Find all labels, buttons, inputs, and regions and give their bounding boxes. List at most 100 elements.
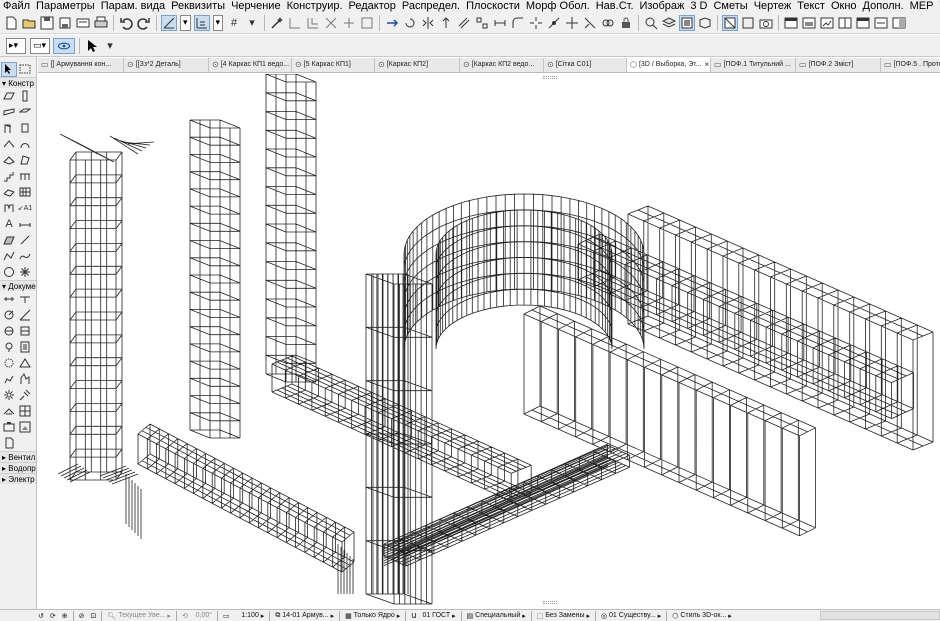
- grid-icon[interactable]: #: [226, 15, 242, 31]
- menu-item[interactable]: Плоскости: [463, 0, 523, 12]
- angle-dimension-icon[interactable]: [17, 308, 33, 323]
- menu-item[interactable]: Нав.Ст.: [593, 0, 637, 12]
- menu-item[interactable]: Teamwork: [936, 0, 940, 12]
- tab-title-sheet[interactable]: ▭ [ПОФ.1 Титульний ...: [711, 58, 796, 72]
- dimension-tool-icon[interactable]: [17, 217, 33, 232]
- drawing-tool-icon[interactable]: [1, 404, 17, 419]
- tab-frame-kp2[interactable]: ⊙ [Каркас КП2]: [375, 58, 460, 72]
- window-tool-icon[interactable]: [17, 121, 33, 136]
- menu-item[interactable]: Черчение: [228, 0, 284, 12]
- zone-tool-icon[interactable]: [1, 372, 17, 387]
- marker-tool-icon[interactable]: [17, 388, 33, 403]
- zoom-fit-icon[interactable]: ⟳: [47, 612, 59, 620]
- curtain-wall-tool-icon[interactable]: [17, 185, 33, 200]
- view-mode-dropdown[interactable]: ▸▾: [6, 37, 26, 54]
- railing-tool-icon[interactable]: [17, 169, 33, 184]
- explode-icon[interactable]: [528, 15, 544, 31]
- move-icon[interactable]: [564, 15, 580, 31]
- toolbox-group-electrical[interactable]: ▸ Электр: [0, 473, 36, 484]
- dimension-linear-icon[interactable]: [1, 292, 17, 307]
- intersect-tool-icon[interactable]: [323, 15, 339, 31]
- window-6-icon[interactable]: [873, 15, 889, 31]
- line-tool-icon[interactable]: [17, 233, 33, 248]
- tab-frame-kp2-schedule[interactable]: ⊙ [Каркас КП2 ведо...: [460, 58, 544, 72]
- window-2-icon[interactable]: [801, 15, 817, 31]
- menu-item[interactable]: MEP: [907, 0, 937, 12]
- interior-elevation-icon[interactable]: [1, 340, 17, 355]
- grid-snap-icon[interactable]: [193, 14, 210, 31]
- menu-item[interactable]: Парам. вида: [98, 0, 168, 12]
- spline-tool-icon[interactable]: [17, 249, 33, 264]
- roof-tool-icon[interactable]: [1, 137, 17, 152]
- text-tool-icon[interactable]: A: [1, 217, 17, 232]
- new-file-icon[interactable]: [3, 15, 19, 31]
- wireframe-icon[interactable]: [722, 14, 739, 31]
- shell-tool-icon[interactable]: [17, 137, 33, 152]
- menu-item[interactable]: Чертеж: [751, 0, 795, 12]
- orbit-icon[interactable]: [53, 37, 75, 54]
- layer-combination-field[interactable]: ⧉ 14-01 Армув... ▸: [272, 612, 337, 620]
- model-display-field[interactable]: ▦ Только Ядро ▸: [342, 612, 403, 620]
- offset-icon[interactable]: [456, 15, 472, 31]
- 3d-style-field[interactable]: ⬡ Стиль 3D-ок... ▸: [669, 612, 734, 620]
- document-tool-icon[interactable]: [1, 436, 17, 451]
- corner-tool-icon[interactable]: [287, 15, 303, 31]
- rotate-icon[interactable]: [402, 15, 418, 31]
- figure-tool-icon[interactable]: [17, 372, 33, 387]
- menu-item[interactable]: 3 D: [687, 0, 710, 12]
- pen-set-field[interactable]: ▤ Специальный ▸: [464, 612, 529, 620]
- adjust-tool-icon[interactable]: [305, 15, 321, 31]
- mirror-icon[interactable]: [420, 15, 436, 31]
- menu-item[interactable]: Окно: [828, 0, 860, 12]
- redo-icon[interactable]: [136, 15, 152, 31]
- add-points-icon[interactable]: [546, 15, 562, 31]
- beam-tool-icon[interactable]: [1, 105, 17, 120]
- grid-dropdown[interactable]: ▾: [212, 14, 224, 31]
- skylight-tool-icon[interactable]: [1, 153, 17, 168]
- arrow-select-dropdown[interactable]: ▾: [102, 38, 118, 54]
- split-tool-icon[interactable]: [341, 15, 357, 31]
- marquee-tool-icon[interactable]: [17, 62, 33, 77]
- menu-item[interactable]: Дополн.: [860, 0, 907, 12]
- menu-item[interactable]: Текст: [794, 0, 828, 12]
- 3d-view-icon[interactable]: [697, 15, 713, 31]
- mesh-tool-icon[interactable]: [1, 185, 17, 200]
- radial-dimension-icon[interactable]: [1, 308, 17, 323]
- window-5-icon[interactable]: [855, 15, 871, 31]
- dimension-standard-field[interactable]: Ա 01 ГОСТ ▸: [408, 612, 458, 620]
- tab-3d-selection[interactable]: ⬡ [3D / Выборка, Эт... ×: [627, 58, 711, 72]
- toolbox-group-ventilation[interactable]: ▸ Вентил: [0, 451, 36, 462]
- toolbox-group-document[interactable]: ▾ Докуме: [0, 280, 36, 291]
- fillet-icon[interactable]: [510, 15, 526, 31]
- menu-item[interactable]: Распредел.: [399, 0, 463, 12]
- layout-dropdown[interactable]: ▭▾: [30, 37, 50, 54]
- section-tool-icon[interactable]: [1, 324, 17, 339]
- elevation-tool-icon[interactable]: [17, 324, 33, 339]
- multiply-icon[interactable]: [474, 15, 490, 31]
- detail-tool-icon[interactable]: [1, 356, 17, 371]
- polyline-tool-icon[interactable]: [1, 249, 17, 264]
- stretch-icon[interactable]: [492, 15, 508, 31]
- 3d-window-icon[interactable]: [679, 14, 696, 31]
- image-tool-icon[interactable]: [17, 420, 33, 435]
- magic-wand-icon[interactable]: [269, 15, 285, 31]
- window-3-icon[interactable]: [819, 15, 835, 31]
- snap-dropdown[interactable]: ▾: [180, 14, 191, 31]
- tab-frame-kp1[interactable]: ⊙ [5 Каркас КП1]: [292, 58, 375, 72]
- 3d-viewport[interactable]: [38, 74, 940, 609]
- grid-options-icon[interactable]: ▾: [244, 15, 260, 31]
- orbit-mode-icon[interactable]: ⊡: [88, 612, 100, 620]
- toolbox-group-design[interactable]: ▾ Констр: [0, 77, 36, 88]
- circle-tool-icon[interactable]: [1, 265, 17, 280]
- tab-contents[interactable]: ▭ [ПОФ.2 Зміст]: [796, 58, 881, 72]
- menu-item[interactable]: Файл: [0, 0, 33, 12]
- tab-close-icon[interactable]: ×: [705, 58, 710, 72]
- menu-item[interactable]: Параметры: [33, 0, 98, 12]
- menu-item[interactable]: Редактор: [346, 0, 399, 12]
- scale-field[interactable]: ▭ 1:100 ▸: [220, 612, 267, 620]
- drag-icon[interactable]: [384, 15, 400, 31]
- angle-field[interactable]: ⟲ 0,00°: [179, 612, 215, 620]
- toolbox-group-water[interactable]: ▸ Водопр: [0, 462, 36, 473]
- wall-tool-icon[interactable]: [1, 89, 17, 104]
- menu-item[interactable]: Морф Обол.: [523, 0, 593, 12]
